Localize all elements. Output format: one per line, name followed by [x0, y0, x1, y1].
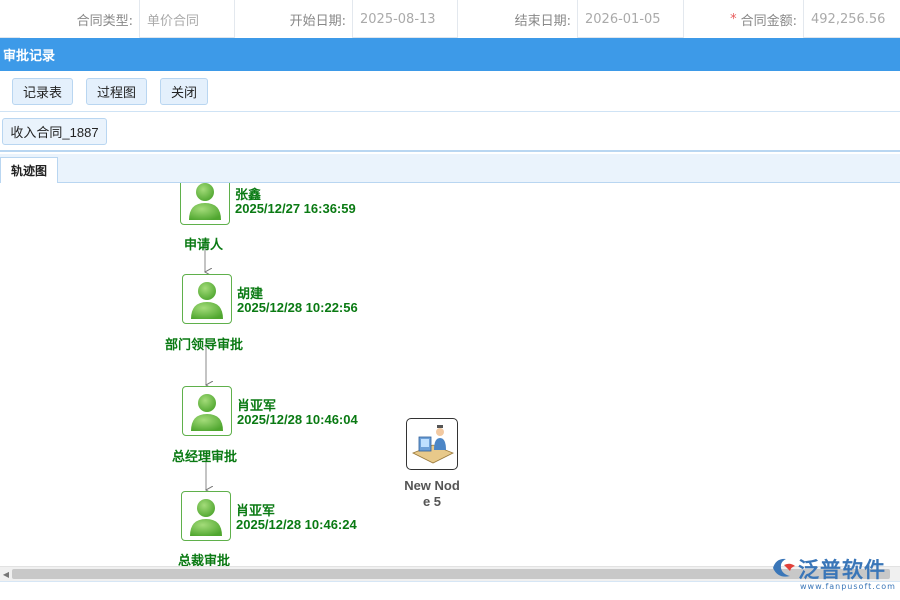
close-button[interactable]: 关闭	[160, 78, 208, 105]
workstation-icon	[412, 425, 454, 464]
tab-bar: 轨迹图	[0, 154, 900, 184]
brand-logo: 泛普软件 www.fanpusoft.com	[770, 554, 895, 596]
contract-tag-row: 收入合同_1887	[0, 112, 900, 152]
node-4-role: 总裁审批	[178, 553, 231, 566]
scrollbar-thumb[interactable]	[12, 569, 890, 579]
node-2-role: 部门领导审批	[165, 337, 244, 352]
flow-node-president[interactable]	[181, 491, 231, 541]
person-icon	[191, 282, 223, 319]
node-1-role: 申请人	[184, 237, 224, 252]
end-date-label: 结束日期:	[458, 0, 578, 38]
end-date-value[interactable]: 2026-01-05	[578, 0, 684, 38]
flow-node-dept-leader[interactable]	[182, 274, 232, 324]
brand-name: 泛普软件	[798, 558, 886, 582]
start-date-label: 开始日期:	[235, 0, 353, 38]
person-icon	[190, 499, 222, 536]
horizontal-scrollbar[interactable]: ◀	[0, 566, 900, 581]
toolbar: 记录表 过程图 关闭	[0, 71, 900, 112]
record-table-button[interactable]: 记录表	[12, 78, 73, 105]
amount-value[interactable]: 492,256.56	[804, 0, 900, 38]
start-date-value[interactable]: 2025-08-13	[353, 0, 458, 38]
required-mark: *	[730, 11, 737, 27]
brand-url: www.fanpusoft.com	[800, 582, 896, 591]
contract-tag-button[interactable]: 收入合同_1887	[2, 118, 107, 145]
contract-type-value[interactable]: 单价合同	[140, 0, 235, 38]
node-4-time: 2025/12/28 10:46:24	[236, 517, 357, 532]
scroll-left-arrow-icon[interactable]: ◀	[0, 567, 12, 581]
dialog-title: 审批记录	[3, 49, 56, 64]
node-3-time: 2025/12/28 10:46:04	[237, 412, 358, 427]
person-icon	[191, 394, 223, 431]
person-icon	[189, 183, 221, 220]
dialog-title-bar: 审批记录	[0, 38, 900, 71]
process-chart-button[interactable]: 过程图	[86, 78, 147, 105]
node-3-role: 总经理审批	[172, 449, 238, 464]
flow-node-new-node-5[interactable]	[406, 418, 458, 470]
dialog-footer	[0, 581, 900, 600]
flow-node-applicant[interactable]	[180, 183, 230, 225]
contract-type-label: 合同类型:	[20, 0, 140, 38]
contract-form-strip: 合同类型: 单价合同 开始日期: 2025-08-13 结束日期: 2026-0…	[0, 0, 900, 38]
flow-diagram-canvas: 张鑫 2025/12/27 16:36:59 申请人 胡建 2025/12/28…	[0, 183, 900, 566]
node-2-time: 2025/12/28 10:22:56	[237, 300, 358, 315]
tab-trajectory[interactable]: 轨迹图	[0, 157, 58, 184]
amount-label: * 合同金额:	[684, 0, 804, 38]
flow-node-general-manager[interactable]	[182, 386, 232, 436]
new-node-label: New Nod e 5	[404, 478, 460, 509]
node-1-time: 2025/12/27 16:36:59	[235, 201, 356, 216]
brand-logo-icon	[773, 558, 795, 577]
